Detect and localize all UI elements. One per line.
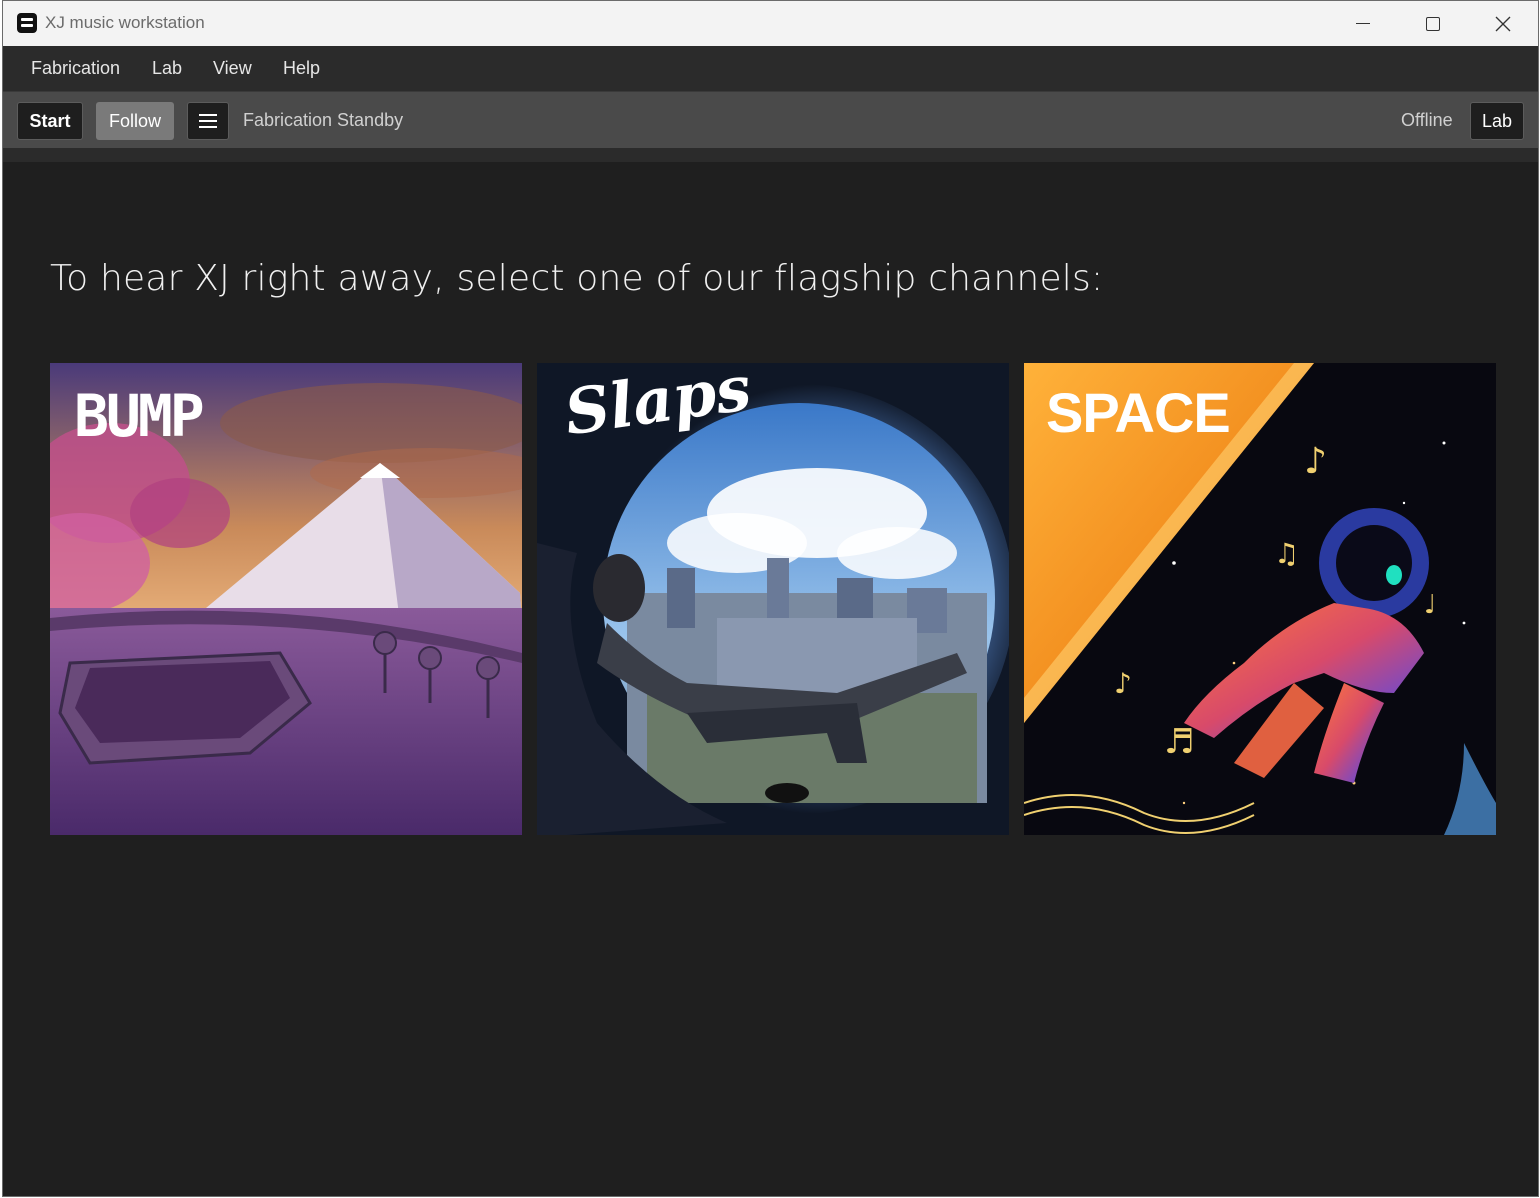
close-icon xyxy=(1495,16,1511,31)
menu-bar: Fabrication Lab View Help xyxy=(3,46,1538,92)
main-content: To hear XJ right away, select one of our… xyxy=(3,162,1538,1196)
lab-button[interactable]: Lab xyxy=(1470,102,1524,140)
follow-button[interactable]: Follow xyxy=(96,102,174,140)
connection-status: Offline xyxy=(1401,110,1453,130)
fabrication-status: Fabrication Standby xyxy=(243,110,404,130)
hamburger-icon-line xyxy=(199,126,217,128)
title-bar: XJ music workstation xyxy=(3,1,1538,46)
menu-lab[interactable]: Lab xyxy=(152,58,182,79)
channel-card-slaps[interactable]: Slaps xyxy=(537,363,1009,835)
svg-text:♩: ♩ xyxy=(1424,590,1436,620)
menu-fabrication[interactable]: Fabrication xyxy=(31,58,120,79)
app-logo-icon xyxy=(17,13,37,33)
minimize-button[interactable] xyxy=(1328,1,1398,46)
channel-card-bump[interactable]: BUMP xyxy=(50,363,522,835)
toolbar-divider xyxy=(3,148,1538,162)
channel-card-space[interactable]: ♪ ♫ ♬ ♪ ♩ SPACE xyxy=(1024,363,1496,835)
svg-text:♬: ♬ xyxy=(1164,722,1194,762)
channel-logo-bump: BUMP xyxy=(74,382,205,450)
menu-view[interactable]: View xyxy=(213,58,252,79)
page-headline: To hear XJ right away, select one of our… xyxy=(50,258,1104,299)
hamburger-icon xyxy=(199,114,217,116)
hamburger-menu-button[interactable] xyxy=(187,102,229,140)
menu-help[interactable]: Help xyxy=(283,58,320,79)
svg-text:♫: ♫ xyxy=(1274,537,1299,570)
svg-text:♪: ♪ xyxy=(1304,441,1327,482)
minimize-icon xyxy=(1356,23,1370,24)
channel-logo-space: SPACE xyxy=(1046,381,1231,444)
maximize-icon xyxy=(1426,16,1440,31)
app-window: XJ music workstation Fabrication Lab Vie… xyxy=(2,0,1539,1197)
close-button[interactable] xyxy=(1468,1,1538,46)
hamburger-icon-line xyxy=(199,120,217,122)
start-button[interactable]: Start xyxy=(17,102,83,140)
svg-text:♪: ♪ xyxy=(1114,667,1132,700)
toolbar: Start Follow Fabrication Standby Offline… xyxy=(3,92,1538,148)
window-title: XJ music workstation xyxy=(45,13,205,32)
maximize-button[interactable] xyxy=(1398,1,1468,46)
